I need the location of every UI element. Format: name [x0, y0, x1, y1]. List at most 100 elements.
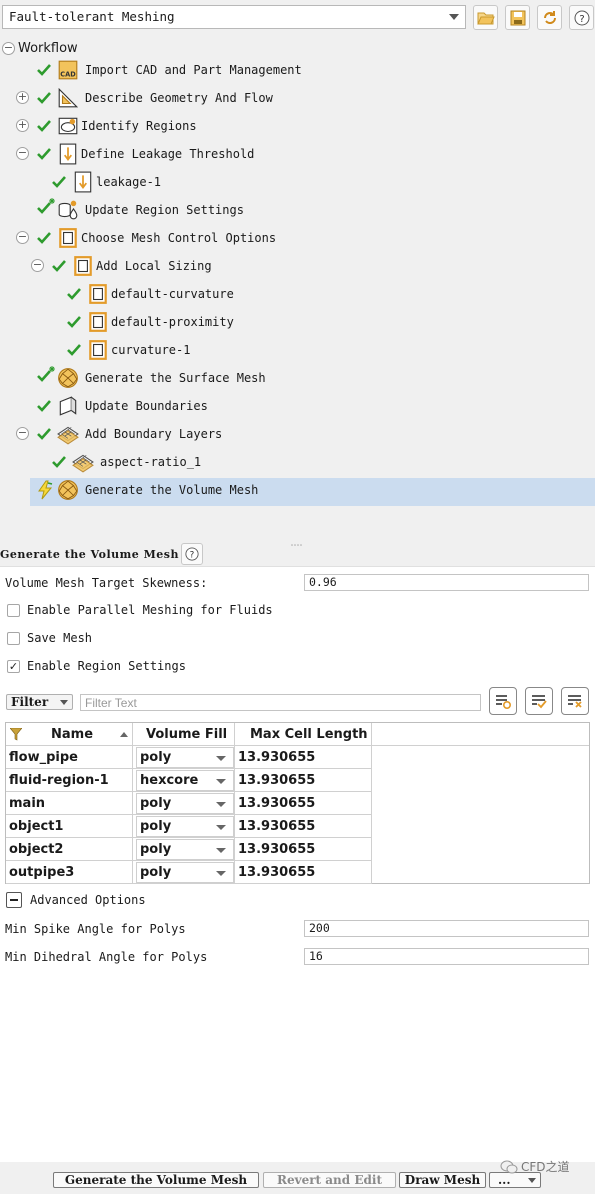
generate-volume-mesh-button[interactable]: Generate the Volume Mesh: [53, 1172, 259, 1188]
expand-icon[interactable]: +: [16, 119, 29, 132]
workflow-tree-item[interactable]: default-curvature: [0, 282, 595, 306]
volume-fill-select[interactable]: poly: [136, 816, 234, 837]
draw-mesh-button[interactable]: Draw Mesh: [399, 1172, 486, 1188]
spike-angle-label: Min Spike Angle for Polys: [5, 922, 186, 936]
collapse-icon[interactable]: −: [16, 147, 29, 160]
workflow-tree-item[interactable]: − Add Local Sizing: [0, 254, 595, 278]
volume-fill-select[interactable]: poly: [136, 839, 234, 860]
workflow-tree-item[interactable]: + Identify Regions: [0, 114, 595, 138]
mesh-control-icon: [57, 227, 77, 248]
volume-fill-cell: poly: [133, 792, 235, 815]
max-cell-length-cell[interactable]: 13.930655: [235, 746, 372, 769]
region-name-cell: object1: [6, 815, 133, 838]
chevron-down-icon: [216, 756, 226, 761]
boundary-layers-icon: [72, 451, 94, 473]
save-button[interactable]: [505, 5, 530, 30]
column-volume-fill-label: Volume Fill: [146, 727, 228, 742]
workflow-tree-item-label: aspect-ratio_1: [100, 455, 202, 469]
workflow-tree-item-label: leakage-1: [96, 175, 162, 189]
max-cell-length-cell[interactable]: 13.930655: [235, 769, 372, 792]
region-settings-label: Enable Region Settings: [27, 659, 186, 673]
workflow-tree-item[interactable]: default-proximity: [0, 310, 595, 334]
workflow-tree-item[interactable]: Generate the Volume Mesh: [0, 478, 595, 506]
max-cell-length-cell[interactable]: 13.930655: [235, 815, 372, 838]
region-name-cell: flow_pipe: [6, 746, 133, 769]
workflow-tree-item[interactable]: aspect-ratio_1: [0, 450, 595, 474]
advanced-options-toggle[interactable]: Advanced Options: [6, 892, 146, 908]
collapse-icon[interactable]: −: [16, 231, 29, 244]
check-icon: [66, 286, 82, 304]
task-help-button[interactable]: ?: [181, 543, 203, 565]
volume-fill-cell: poly: [133, 815, 235, 838]
save-mesh-checkbox[interactable]: [7, 631, 20, 645]
table-row[interactable]: flow_pipe poly 13.930655: [6, 746, 372, 769]
skewness-label: Volume Mesh Target Skewness:: [5, 576, 208, 590]
region-name-cell: fluid-region-1: [6, 769, 133, 792]
refresh-button[interactable]: [537, 5, 562, 30]
volume-fill-select[interactable]: poly: [136, 747, 234, 768]
filter-text-input[interactable]: [80, 694, 481, 711]
workflow-tree-item[interactable]: Update Boundaries: [0, 394, 595, 418]
volume-fill-value: poly: [140, 819, 172, 834]
collapse-icon[interactable]: −: [2, 41, 15, 55]
workflow-root[interactable]: − Workflow: [2, 39, 78, 57]
workflow-tree-item[interactable]: − Define Leakage Threshold: [0, 142, 595, 166]
splitter-handle[interactable]: [0, 536, 595, 546]
collapse-icon[interactable]: [6, 892, 22, 908]
workflow-tree-item[interactable]: Generate the Surface Mesh: [0, 366, 595, 390]
workflow-tree-item[interactable]: CAD Import CAD and Part Management: [0, 58, 595, 82]
revert-and-edit-button[interactable]: Revert and Edit: [263, 1172, 396, 1188]
more-options-label: ...: [498, 1173, 511, 1187]
check-icon: [66, 342, 82, 360]
column-header-name[interactable]: Name: [6, 723, 133, 746]
workflow-tree-item-label: Add Local Sizing: [96, 259, 212, 273]
help-icon: ?: [574, 10, 589, 25]
save-mesh-option[interactable]: Save Mesh: [7, 631, 92, 645]
volume-fill-select[interactable]: poly: [136, 862, 234, 883]
workflow-tree-item[interactable]: − Add Boundary Layers: [0, 422, 595, 446]
cad-icon: CAD: [57, 59, 78, 80]
workflow-tree-item[interactable]: + Describe Geometry And Flow: [0, 86, 595, 110]
parallel-meshing-checkbox[interactable]: [7, 603, 20, 617]
table-row[interactable]: object1 poly 13.930655: [6, 815, 372, 838]
workflow-type-select[interactable]: Fault-tolerant Meshing: [2, 5, 466, 29]
workflow-tree-item[interactable]: Update Region Settings: [0, 198, 595, 222]
open-folder-button[interactable]: [473, 5, 498, 30]
mesh-control-icon: [72, 255, 92, 276]
dihedral-angle-input[interactable]: 16: [304, 948, 589, 965]
leakage-icon: [72, 171, 92, 193]
spike-angle-input[interactable]: 200: [304, 920, 589, 937]
collapse-icon[interactable]: −: [16, 427, 29, 440]
volume-fill-value: poly: [140, 750, 172, 765]
max-cell-length-cell[interactable]: 13.930655: [235, 792, 372, 815]
max-cell-length-cell[interactable]: 13.930655: [235, 861, 372, 884]
workflow-tree-item[interactable]: leakage-1: [0, 170, 595, 194]
table-row[interactable]: main poly 13.930655: [6, 792, 372, 815]
max-cell-length-cell[interactable]: 13.930655: [235, 838, 372, 861]
region-settings-checkbox[interactable]: ✓: [7, 659, 20, 673]
chevron-down-icon: [449, 14, 459, 20]
column-header-max-cell-length[interactable]: Max Cell Length: [235, 723, 372, 746]
volume-fill-select[interactable]: poly: [136, 793, 234, 814]
region-settings-option[interactable]: ✓ Enable Region Settings: [7, 659, 186, 673]
filter-apply-button[interactable]: [525, 687, 553, 715]
volume-fill-select[interactable]: hexcore: [136, 770, 234, 791]
filter-dropdown[interactable]: Filter: [6, 694, 73, 710]
help-button[interactable]: ?: [569, 5, 594, 30]
table-row[interactable]: object2 poly 13.930655: [6, 838, 372, 861]
parallel-meshing-option[interactable]: Enable Parallel Meshing for Fluids: [7, 603, 273, 617]
funnel-filter-icon[interactable]: [10, 728, 22, 741]
column-header-volume-fill[interactable]: Volume Fill: [133, 723, 235, 746]
surface-mesh-icon: [57, 367, 78, 388]
collapse-icon[interactable]: −: [31, 259, 44, 272]
filter-clear-button[interactable]: [561, 687, 589, 715]
filter-add-button[interactable]: [489, 687, 517, 715]
table-header: Name Volume Fill Max Cell Length: [6, 723, 589, 746]
table-row[interactable]: fluid-region-1 hexcore 13.930655: [6, 769, 372, 792]
region-name-cell: object2: [6, 838, 133, 861]
skewness-input[interactable]: 0.96: [304, 574, 589, 591]
expand-icon[interactable]: +: [16, 91, 29, 104]
table-row[interactable]: outpipe3 poly 13.930655: [6, 861, 372, 884]
workflow-tree-item[interactable]: curvature-1: [0, 338, 595, 362]
workflow-tree-item[interactable]: − Choose Mesh Control Options: [0, 226, 595, 250]
